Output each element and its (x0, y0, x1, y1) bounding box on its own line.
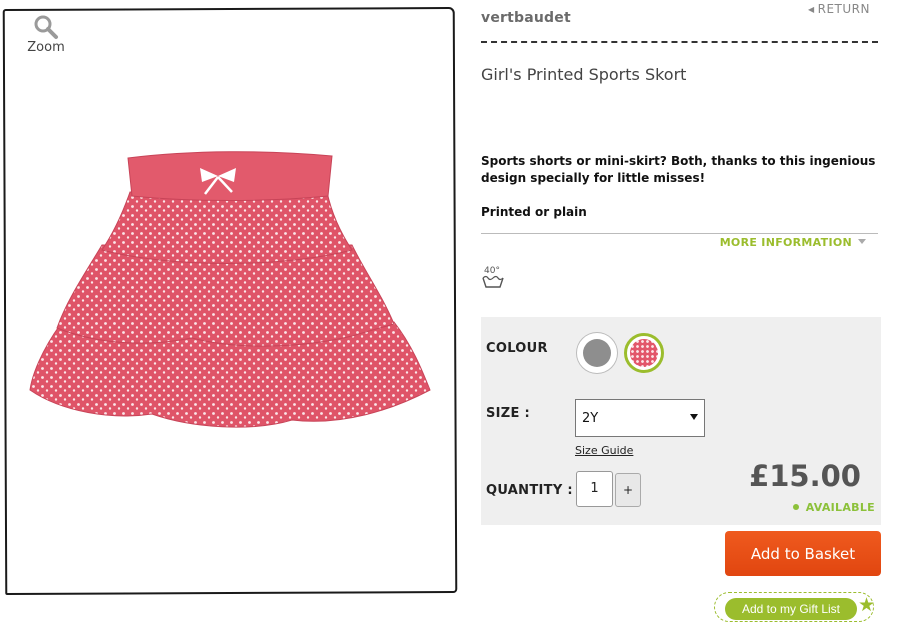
more-information-label: MORE INFORMATION (719, 236, 852, 249)
colour-label: COLOUR (486, 341, 548, 356)
size-label: SIZE : (486, 406, 531, 421)
quantity-input[interactable]: 1 (576, 471, 613, 507)
size-select[interactable]: 2Y (575, 399, 705, 437)
magnifier-icon (34, 15, 58, 39)
brand-logo[interactable]: vertbaudet (481, 10, 571, 26)
wash-icon (482, 275, 504, 288)
add-to-basket-button[interactable]: Add to Basket (725, 531, 881, 576)
add-to-gift-list-button[interactable]: Add to my Gift List (725, 598, 857, 620)
swatch-fill (583, 339, 611, 367)
quantity-label: QUANTITY : (486, 483, 573, 498)
colour-swatch-grey[interactable] (577, 333, 617, 373)
star-icon: ★ (858, 594, 876, 616)
divider (481, 233, 878, 234)
zoom-button[interactable]: Zoom (26, 14, 66, 55)
return-link[interactable]: ◀ RETURN (808, 2, 870, 16)
size-value: 2Y (582, 411, 599, 426)
availability-label: AVAILABLE (805, 501, 875, 514)
size-guide-link[interactable]: Size Guide (575, 444, 633, 457)
chevron-down-icon (858, 239, 866, 244)
product-image (29, 151, 431, 428)
variant-note: Printed or plain (481, 205, 587, 219)
product-description: Sports shorts or mini-skirt? Both, thank… (481, 154, 876, 185)
chevron-left-icon: ◀ (807, 5, 815, 14)
status-dot-icon (792, 504, 799, 510)
product-title: Girl's Printed Sports Skort (481, 65, 687, 84)
zoom-label: Zoom (27, 40, 65, 55)
divider (481, 41, 878, 43)
product-options-panel: COLOUR SIZE : 2Y Size Guide QUANTITY : 1… (481, 317, 881, 525)
more-information-link[interactable]: MORE INFORMATION (720, 236, 866, 249)
availability-status: AVAILABLE (792, 501, 875, 514)
colour-swatch-pink[interactable] (624, 333, 664, 373)
swatch-fill (630, 339, 658, 367)
quantity-increment-button[interactable]: + (615, 473, 641, 507)
return-label: RETURN (817, 2, 870, 16)
product-price: £15.00 (749, 459, 861, 493)
caret-down-icon (690, 414, 698, 420)
